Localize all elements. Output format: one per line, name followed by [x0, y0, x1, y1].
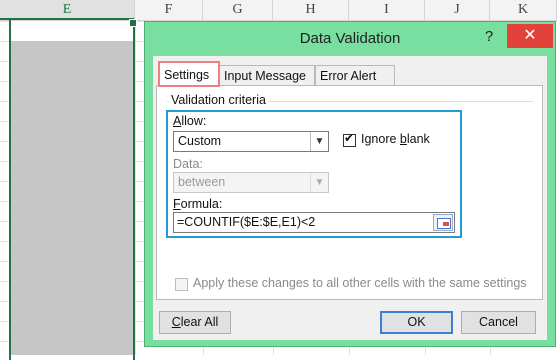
clear-all-button[interactable]: Clear All	[159, 311, 231, 334]
help-button[interactable]: ?	[477, 27, 501, 47]
column-header-h[interactable]: H	[273, 0, 349, 20]
validation-criteria-label: Validation criteria	[169, 93, 268, 107]
apply-all-checkbox	[175, 278, 188, 291]
column-header-k[interactable]: K	[490, 0, 557, 20]
criteria-highlight-box	[166, 110, 462, 238]
tab-input-message[interactable]: Input Message	[219, 65, 315, 85]
column-headers: E F G H I J K	[0, 0, 557, 21]
clear-all-rest: lear All	[180, 315, 219, 329]
close-button[interactable]: ✕	[507, 24, 553, 48]
data-validation-dialog: Data Validation ? ✕ Settings Input Messa…	[144, 21, 556, 347]
cancel-button[interactable]: Cancel	[461, 311, 536, 334]
selection-border	[9, 20, 135, 360]
gridline-col	[135, 21, 136, 355]
fill-handle[interactable]	[129, 19, 137, 27]
tab-error-alert[interactable]: Error Alert	[315, 65, 395, 85]
clear-all-key: C	[171, 315, 181, 329]
dialog-client-area: Settings Input Message Error Alert Valid…	[153, 56, 547, 340]
column-header-f[interactable]: F	[135, 0, 203, 20]
column-header-e[interactable]: E	[0, 0, 135, 20]
column-header-g[interactable]: G	[203, 0, 273, 20]
apply-all-label: Apply these changes to all other cells w…	[193, 276, 527, 290]
column-header-i[interactable]: I	[349, 0, 425, 20]
ok-button[interactable]: OK	[380, 311, 453, 334]
tab-settings[interactable]: Settings	[159, 62, 219, 86]
column-header-j[interactable]: J	[425, 0, 490, 20]
